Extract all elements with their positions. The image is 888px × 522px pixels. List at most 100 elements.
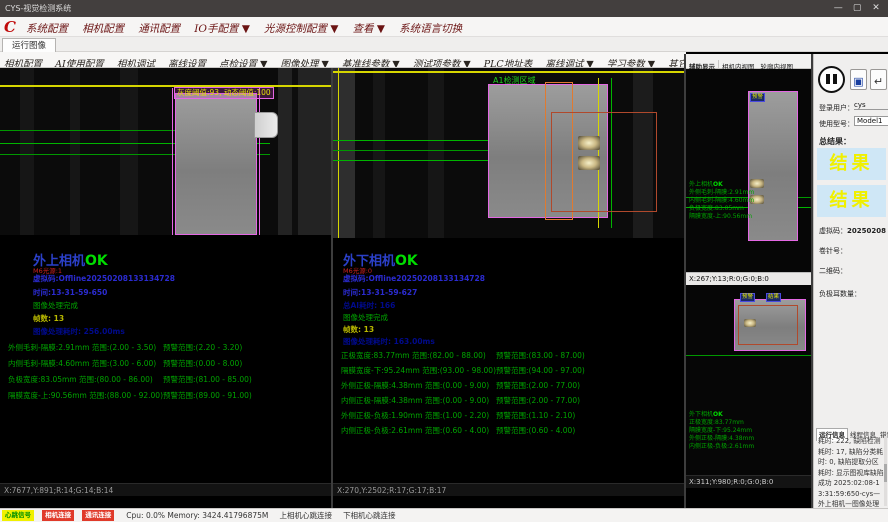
overlay-magenta-line: [259, 88, 260, 235]
right-camera-panel: A1检测区域 外下相机OK M6光源:0 虚拟码:Offline20250208…: [333, 68, 684, 508]
overlay-yellow-line: [0, 85, 331, 87]
pause-icon: [826, 74, 830, 84]
roi-red-box: [551, 112, 657, 212]
measure-row: 外侧正极-隔膜:4.38mm 范围:(0.00 - 9.00): [341, 380, 489, 391]
measure-row: 外侧正极-负极:1.90mm 范围:(1.00 - 2.20): [341, 410, 489, 421]
overlay-green-line: [686, 355, 811, 356]
tool-learn-params[interactable]: 学习参数 ▼: [607, 57, 655, 68]
camera-snapshot-button[interactable]: ▣: [850, 69, 867, 90]
pause-button[interactable]: [818, 66, 845, 93]
tool-spotcheck-setting[interactable]: 点检设置 ▼: [219, 57, 267, 68]
minimize-icon[interactable]: —: [830, 0, 846, 17]
time-text: 时间:13-31-59-650: [33, 287, 107, 298]
process-status-text: 图像处理完成: [343, 312, 388, 323]
measure-row: 隔膜宽度-上:90.56mm 范围:(88.00 - 92.00): [8, 390, 163, 401]
preview-bottom-image[interactable]: 预警 结果 外下相机OK 正极宽度:83.77mm 隔膜宽度-下:95.24mm…: [686, 285, 811, 475]
measure-warn: 预警范围:(89.00 - 91.00): [163, 390, 252, 401]
measure-row: 内侧正极-负极:2.61mm 范围:(0.60 - 4.00): [341, 425, 489, 436]
menu-language-switch[interactable]: 系统语言切换: [399, 19, 462, 39]
overlay-chip: 结果: [766, 293, 781, 302]
measure-row: 负极宽度:83.05mm 范围:(80.00 - 86.00): [8, 374, 153, 385]
model-label: 使用型号：: [819, 119, 854, 129]
measure-warn: 预警范围:(2.00 - 77.00): [496, 395, 580, 406]
electrode-tab-spot: [578, 136, 600, 150]
tool-baseline-params[interactable]: 基准线参数 ▼: [342, 57, 400, 68]
top-camera-link-text: 上相机心跳连接: [279, 509, 332, 522]
pixel-coords-bar: X:270,Y:2502;R:17;G:17;B:17: [333, 483, 684, 496]
frame-count-text: 帧数: 13: [343, 324, 374, 335]
menu-system-config[interactable]: 系统配置: [26, 19, 68, 39]
result-ok-badge: OK: [85, 253, 108, 269]
barcode-value: 20250208: [847, 227, 886, 235]
measure-row: 正极宽度:83.77mm 范围:(82.00 - 88.00): [341, 350, 486, 361]
result-ok-badge: OK: [395, 253, 418, 269]
right-camera-image[interactable]: A1检测区域: [333, 68, 684, 238]
qr-code-label: 二维码：: [819, 266, 847, 276]
tab-row: [0, 37, 888, 52]
close-icon[interactable]: ✕: [868, 0, 884, 17]
heartbeat-status-badge: 心跳信号: [2, 510, 34, 521]
overlay-chip: 预警: [750, 93, 765, 102]
measure-row: 内侧正极-隔膜:4.38mm 范围:(0.00 - 9.00): [341, 395, 489, 406]
tool-camera-config[interactable]: 相机配置: [4, 57, 42, 68]
barcode-label: 虚拟码：20250208: [819, 226, 886, 236]
tool-plc-table[interactable]: PLC地址表: [484, 57, 532, 68]
reset-button[interactable]: ↵: [870, 69, 887, 90]
tool-offline-setting[interactable]: 离线设置: [168, 57, 206, 68]
image-stripe: [292, 68, 298, 235]
tab-count-label: 负极耳数量：: [819, 289, 861, 299]
model-value[interactable]: Model1: [854, 116, 888, 126]
tool-ai-config[interactable]: AI使用配置: [55, 57, 104, 68]
log-scrollbar[interactable]: [884, 436, 887, 506]
window-controls: — ▢ ✕: [830, 0, 884, 17]
measure-warn: 预警范围:(1.10 - 2.10): [496, 410, 575, 421]
menu-io-config[interactable]: IO手配置 ▼: [194, 19, 250, 39]
preview-tabs: 辅助显示相机内视图轮廓内视图: [686, 54, 811, 69]
preview-top-image[interactable]: 预警 外上相机OK 外侧毛刺-隔膜:2.91mm 内侧毛刺-隔膜:4.60mm …: [686, 69, 811, 272]
measure-row: 外侧毛刺-隔膜:2.91mm 范围:(2.00 - 3.50): [8, 342, 156, 353]
electrode-tab-spot: [578, 156, 600, 170]
elapsed-text: 图像处理耗时: 256.00ms: [33, 326, 125, 337]
menu-items: 系统配置 相机配置 通讯配置 IO手配置 ▼ 光源控制配置 ▼ 查看 ▼ 系统语…: [26, 17, 471, 37]
tool-camera-debug[interactable]: 相机调试: [117, 57, 155, 68]
measure-warn: 预警范围:(0.00 - 8.00): [163, 358, 242, 369]
workpiece-block: [175, 93, 257, 235]
login-user-label: 登录用户：: [819, 103, 854, 113]
tool-test-params[interactable]: 测试项参数 ▼: [413, 57, 471, 68]
electrode-tab-spot: [744, 319, 756, 327]
maximize-icon[interactable]: ▢: [849, 0, 865, 17]
barcode-text: 虚拟码:Offline20250208133134728: [343, 273, 485, 284]
image-stripe: [20, 68, 34, 235]
left-camera-image[interactable]: 灰度阈值:93, 动态阈值:100: [0, 68, 331, 235]
overlay-green-line: [333, 150, 490, 151]
overlay-green-line: [333, 140, 490, 141]
preview-info-text: 外上相机OK 外侧毛刺-隔膜:2.91mm 内侧毛刺-隔膜:4.60mm 负极宽…: [689, 181, 754, 221]
toolbar: 相机配置 AI使用配置 相机调试 离线设置 点检设置 ▼ 图像处理 ▼ 基准线参…: [0, 52, 686, 68]
overlay-chip: 预警: [740, 293, 755, 302]
log-scrollbar-thumb[interactable]: [884, 464, 887, 482]
overlay-yellow-line: [333, 71, 684, 73]
preview-coords-bar: X:311;Y:980;R:0;G:0;B:0: [686, 475, 811, 488]
pause-icon: [833, 74, 837, 84]
reset-arrow-icon: ↵: [874, 75, 883, 88]
tab-run-image[interactable]: 运行图像: [2, 38, 56, 52]
camera-icon: ▣: [853, 75, 863, 88]
tool-offline-debug[interactable]: 离线调试 ▼: [545, 57, 593, 68]
login-user-value: cys: [854, 101, 888, 110]
menu-comm-config[interactable]: 通讯配置: [138, 19, 180, 39]
image-light-column: [333, 68, 355, 238]
menu-light-config[interactable]: 光源控制配置 ▼: [264, 19, 338, 39]
measure-warn: 预警范围:(2.20 - 3.20): [163, 342, 242, 353]
bottom-camera-link-text: 下相机心跳连接: [343, 509, 396, 522]
frame-count-text: 帧数: 13: [33, 313, 64, 324]
menu-view[interactable]: 查看 ▼: [353, 19, 385, 39]
preview-coords-bar: X:267;Y:13;R:0;G:0;B:0: [686, 272, 811, 285]
overlay-green-line: [333, 160, 490, 161]
overlay-magenta-line: [172, 88, 173, 235]
barcode-text: 虚拟码:Offline20250208133134728: [33, 273, 175, 284]
image-stripe: [373, 68, 385, 238]
menu-camera-config[interactable]: 相机配置: [82, 19, 124, 39]
left-camera-panel: 灰度阈值:93, 动态阈值:100 外上相机OK M6光源:1 虚拟码:Offl…: [0, 68, 331, 508]
preview-info-text: 外下相机OK 正极宽度:83.77mm 隔膜宽度-下:95.24mm 外侧正极-…: [689, 411, 754, 451]
tool-image-process[interactable]: 图像处理 ▼: [280, 57, 328, 68]
